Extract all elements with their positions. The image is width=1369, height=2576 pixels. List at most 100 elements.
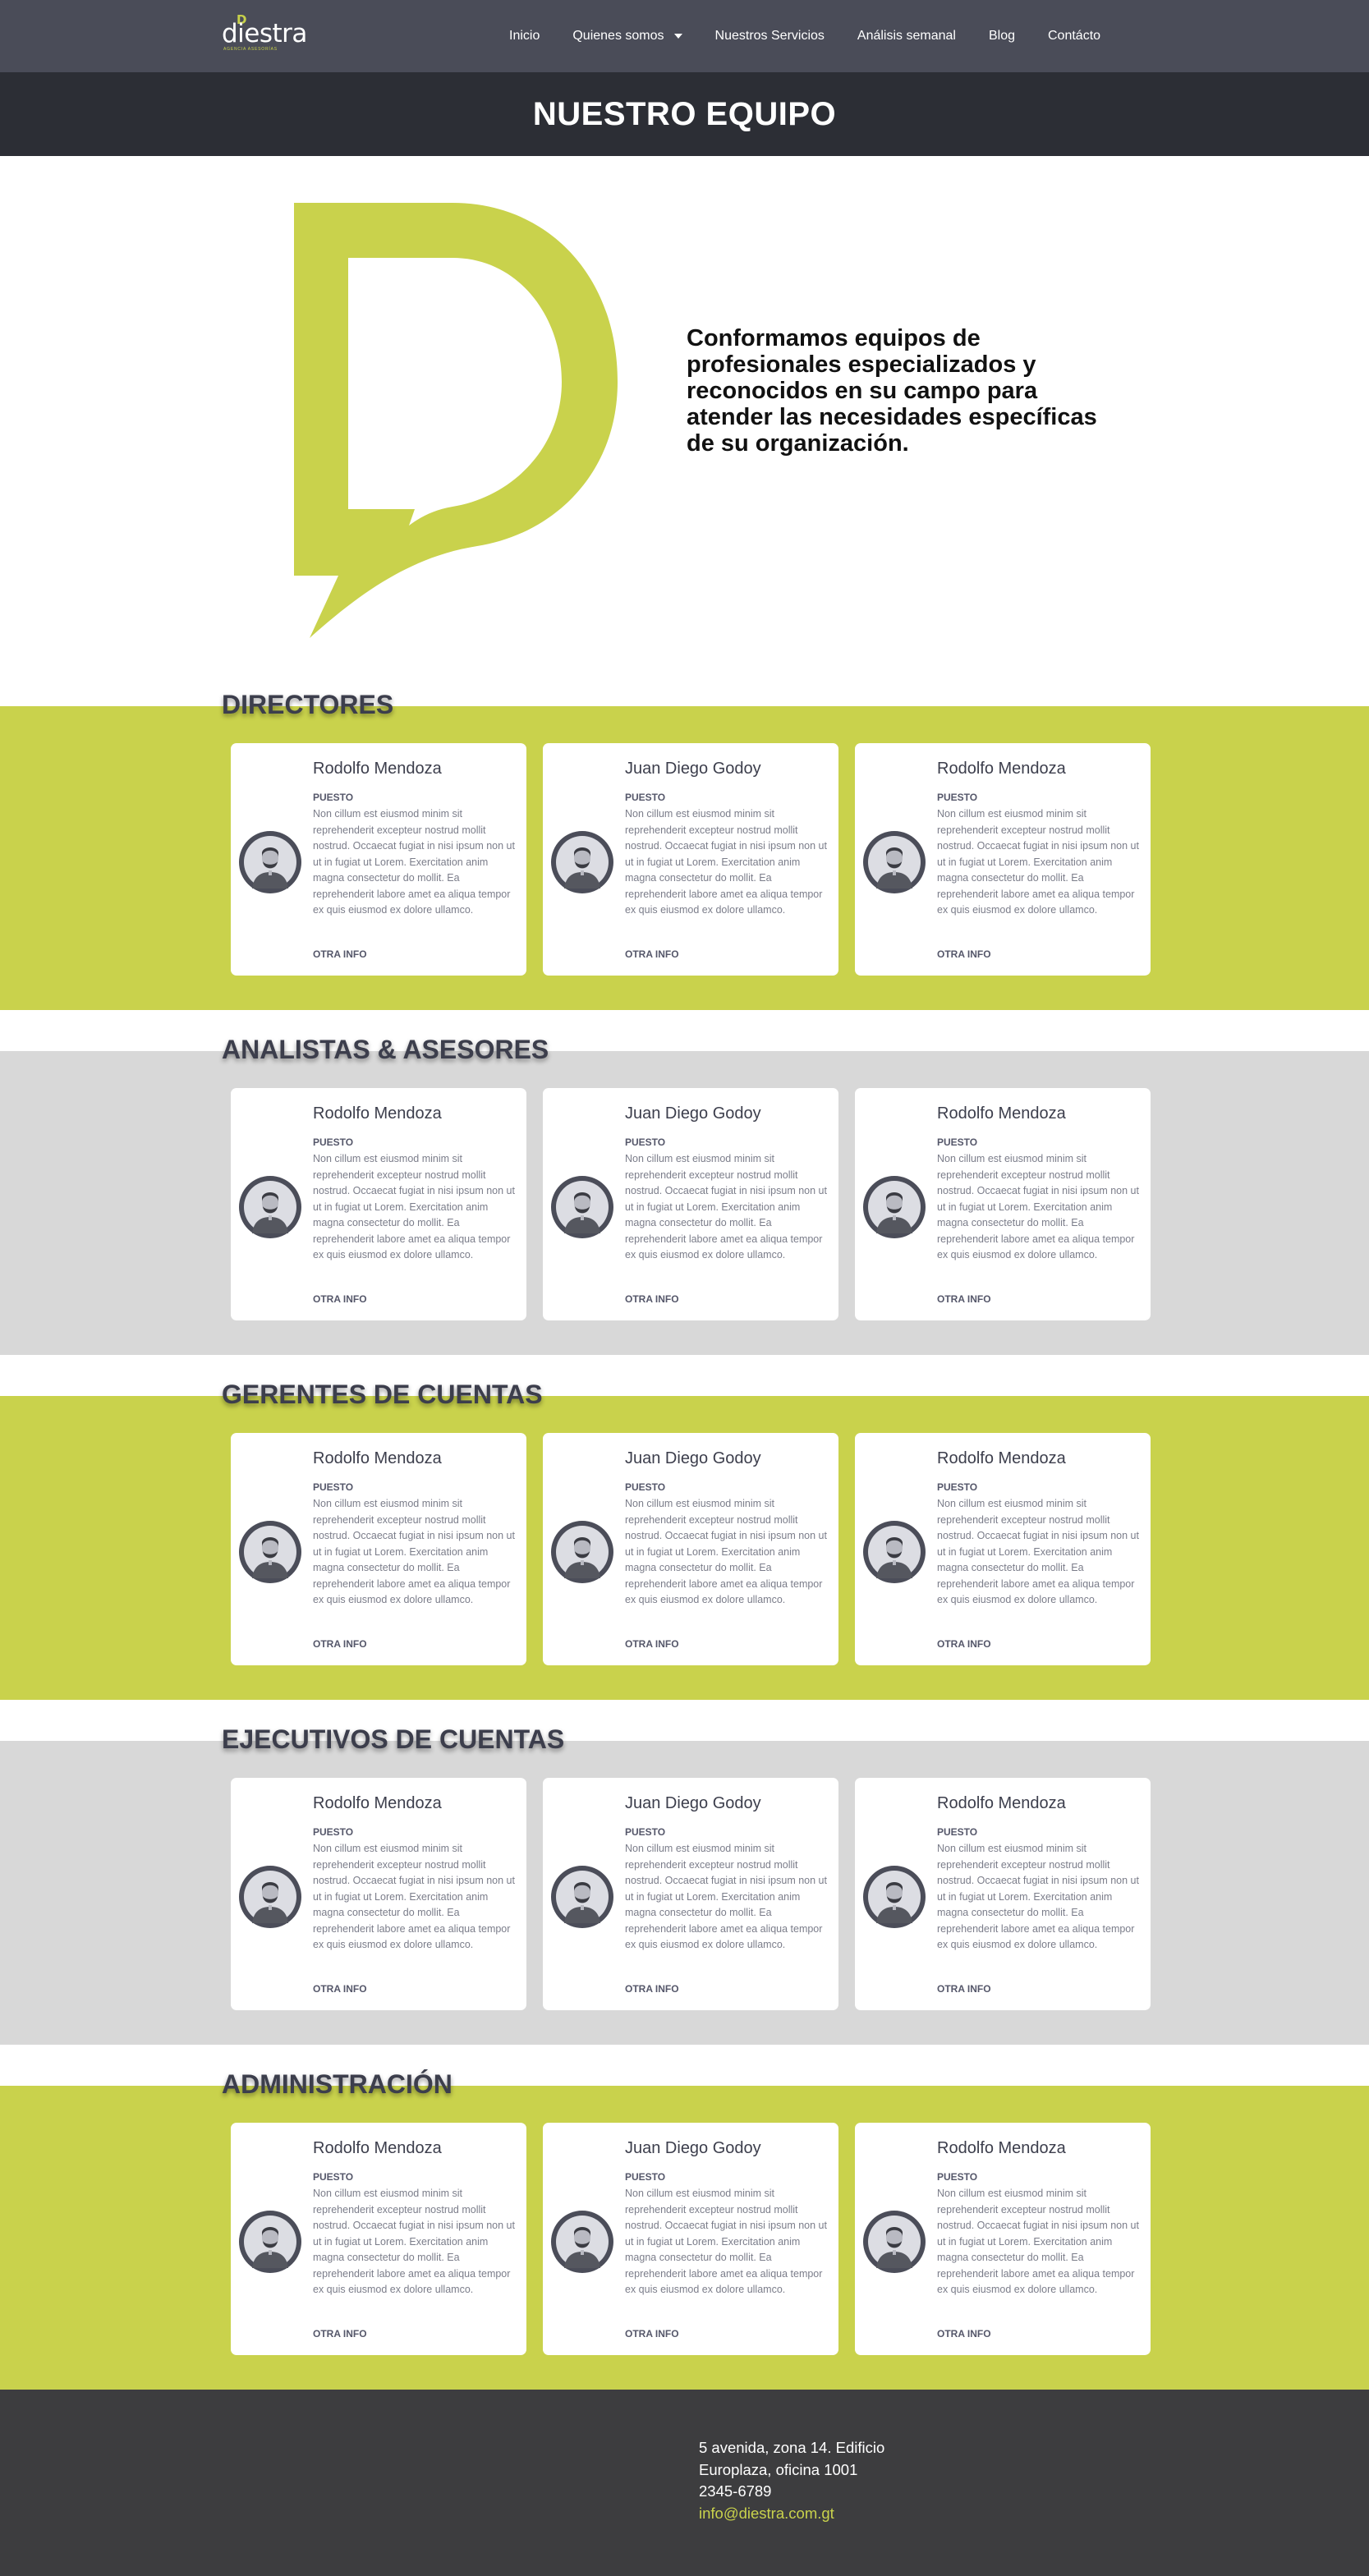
member-name: Juan Diego Godoy bbox=[625, 1794, 761, 1812]
otra-info-link[interactable]: OTRA INFO bbox=[937, 948, 991, 960]
brand-logo[interactable]: D diestra AGENCIA ASESORÍAS bbox=[222, 12, 312, 54]
person-photo-icon bbox=[868, 1871, 921, 1923]
logo-text: diestra bbox=[222, 19, 307, 48]
member-role: PUESTO bbox=[937, 792, 978, 803]
team-card-list: Rodolfo Mendoza PUESTO Non cillum est eius… bbox=[231, 1433, 1151, 1665]
footer-address-line2: Europlaza, oficina 1001 bbox=[699, 2460, 858, 2478]
member-role: PUESTO bbox=[625, 1481, 666, 1493]
otra-info-link[interactable]: OTRA INFO bbox=[625, 1293, 679, 1305]
section-ejecutivos-de-cuentas: EJECUTIVOS DE CUENTAS Rodolfo Mendoza PUES… bbox=[0, 1700, 1369, 2045]
nav-servicios[interactable]: Nuestros Servicios bbox=[715, 29, 825, 44]
member-description: Non cillum est eiusmod minim sit reprehe… bbox=[313, 808, 515, 916]
person-photo-icon bbox=[244, 2216, 296, 2268]
member-name: Rodolfo Mendoza bbox=[313, 1794, 442, 1812]
member-role: PUESTO bbox=[625, 1136, 666, 1148]
team-member-card: Juan Diego Godoy PUESTO Non cillum est eiu… bbox=[543, 743, 838, 976]
otra-info-link[interactable]: OTRA INFO bbox=[313, 948, 367, 960]
section-administracion: ADMINISTRACIÓN Rodolfo Mendoza PUESTO Non c… bbox=[0, 2045, 1369, 2390]
person-photo-icon bbox=[868, 1526, 921, 1578]
member-role: PUESTO bbox=[625, 792, 666, 803]
section-title: EJECUTIVOS DE CUENTAS bbox=[222, 1724, 565, 1754]
top-navbar: D diestra AGENCIA ASESORÍAS Inicio Quien… bbox=[0, 0, 1369, 72]
team-member-card: Juan Diego Godoy PUESTO Non cillum est eiu… bbox=[543, 1088, 838, 1320]
otra-info-link[interactable]: OTRA INFO bbox=[937, 1293, 991, 1305]
otra-info-link[interactable]: OTRA INFO bbox=[625, 2328, 679, 2340]
member-description: Non cillum est eiusmod minim sit reprehe… bbox=[313, 1843, 515, 1950]
avatar bbox=[239, 2211, 301, 2273]
avatar bbox=[239, 1521, 301, 1583]
member-description: Non cillum est eiusmod minim sit reprehe… bbox=[937, 1153, 1139, 1260]
member-role: PUESTO bbox=[313, 1136, 354, 1148]
team-member-card: Rodolfo Mendoza PUESTO Non cillum est eius… bbox=[855, 2123, 1151, 2355]
footer-email-link[interactable]: info@diestra.com.gt bbox=[699, 2503, 884, 2525]
footer-contact: 5 avenida, zona 14. Edificio Europlaza, … bbox=[699, 2437, 884, 2524]
avatar bbox=[239, 831, 301, 893]
avatar bbox=[239, 1866, 301, 1928]
main-menu: Inicio Quienes somos Nuestros Servicios … bbox=[509, 0, 1100, 72]
otra-info-link[interactable]: OTRA INFO bbox=[625, 1983, 679, 1995]
team-member-card: Rodolfo Mendoza PUESTO Non cillum est eius… bbox=[231, 2123, 526, 2355]
member-description: Non cillum est eiusmod minim sit reprehe… bbox=[625, 808, 827, 916]
person-photo-icon bbox=[244, 836, 296, 889]
chevron-down-icon bbox=[673, 34, 682, 39]
member-description: Non cillum est eiusmod minim sit reprehe… bbox=[313, 2188, 515, 2295]
member-name: Rodolfo Mendoza bbox=[313, 1104, 442, 1123]
section-gerentes-de-cuentas: GERENTES DE CUENTAS Rodolfo Mendoza PUESTO… bbox=[0, 1355, 1369, 1700]
avatar bbox=[863, 831, 926, 893]
person-photo-icon bbox=[556, 1871, 609, 1923]
member-role: PUESTO bbox=[937, 1136, 978, 1148]
nav-analisis-semanal[interactable]: Análisis semanal bbox=[857, 29, 956, 44]
otra-info-link[interactable]: OTRA INFO bbox=[625, 948, 679, 960]
member-role: PUESTO bbox=[625, 2171, 666, 2183]
member-name: Juan Diego Godoy bbox=[625, 1449, 761, 1467]
team-member-card: Rodolfo Mendoza PUESTO Non cillum est eius… bbox=[231, 743, 526, 976]
member-name: Rodolfo Mendoza bbox=[937, 1449, 1066, 1467]
member-role: PUESTO bbox=[313, 1481, 354, 1493]
member-role: PUESTO bbox=[313, 792, 354, 803]
avatar bbox=[863, 1866, 926, 1928]
team-sections: DIRECTORES Rodolfo Mendoza PUESTO Non cillu… bbox=[0, 690, 1369, 2390]
nav-contacto[interactable]: Contácto bbox=[1048, 29, 1100, 44]
member-role: PUESTO bbox=[937, 2171, 978, 2183]
otra-info-link[interactable]: OTRA INFO bbox=[313, 1983, 367, 1995]
team-member-card: Juan Diego Godoy PUESTO Non cillum est eiu… bbox=[543, 1433, 838, 1665]
section-directores: DIRECTORES Rodolfo Mendoza PUESTO Non cillu… bbox=[0, 690, 1369, 1010]
otra-info-link[interactable]: OTRA INFO bbox=[937, 1983, 991, 1995]
member-role: PUESTO bbox=[625, 1826, 666, 1838]
nav-inicio[interactable]: Inicio bbox=[509, 29, 540, 44]
otra-info-link[interactable]: OTRA INFO bbox=[937, 1638, 991, 1650]
person-photo-icon bbox=[868, 1181, 921, 1233]
member-name: Rodolfo Mendoza bbox=[937, 1794, 1066, 1812]
team-member-card: Rodolfo Mendoza PUESTO Non cillum est eius… bbox=[855, 1088, 1151, 1320]
team-member-card: Rodolfo Mendoza PUESTO Non cillum est eius… bbox=[855, 1778, 1151, 2010]
person-photo-icon bbox=[868, 836, 921, 889]
member-role: PUESTO bbox=[313, 2171, 354, 2183]
member-name: Rodolfo Mendoza bbox=[937, 2139, 1066, 2157]
otra-info-link[interactable]: OTRA INFO bbox=[313, 1638, 367, 1650]
otra-info-link[interactable]: OTRA INFO bbox=[313, 2328, 367, 2340]
member-name: Rodolfo Mendoza bbox=[313, 2139, 442, 2157]
team-member-card: Rodolfo Mendoza PUESTO Non cillum est eius… bbox=[855, 1433, 1151, 1665]
section-title: ANALISTAS & ASESORES bbox=[222, 1035, 549, 1064]
brand-d-logo-graphic bbox=[294, 203, 618, 638]
member-name: Juan Diego Godoy bbox=[625, 760, 761, 778]
otra-info-link[interactable]: OTRA INFO bbox=[937, 2328, 991, 2340]
team-member-card: Rodolfo Mendoza PUESTO Non cillum est eius… bbox=[231, 1778, 526, 2010]
section-title: DIRECTORES bbox=[222, 690, 394, 719]
otra-info-link[interactable]: OTRA INFO bbox=[313, 1293, 367, 1305]
member-role: PUESTO bbox=[313, 1826, 354, 1838]
page-title-bar: NUESTRO EQUIPO bbox=[0, 72, 1369, 156]
footer-phone[interactable]: 2345-6789 bbox=[699, 2481, 884, 2503]
section-title: GERENTES DE CUENTAS bbox=[222, 1380, 543, 1409]
person-photo-icon bbox=[244, 1526, 296, 1578]
nav-blog[interactable]: Blog bbox=[989, 29, 1015, 44]
page-title: NUESTRO EQUIPO bbox=[532, 95, 837, 132]
team-member-card: Rodolfo Mendoza PUESTO Non cillum est eius… bbox=[231, 1433, 526, 1665]
nav-quienes-somos[interactable]: Quienes somos bbox=[572, 29, 682, 44]
member-description: Non cillum est eiusmod minim sit reprehe… bbox=[313, 1153, 515, 1260]
avatar bbox=[551, 1866, 613, 1928]
member-name: Rodolfo Mendoza bbox=[313, 1449, 442, 1467]
avatar bbox=[863, 1521, 926, 1583]
avatar bbox=[863, 2211, 926, 2273]
otra-info-link[interactable]: OTRA INFO bbox=[625, 1638, 679, 1650]
